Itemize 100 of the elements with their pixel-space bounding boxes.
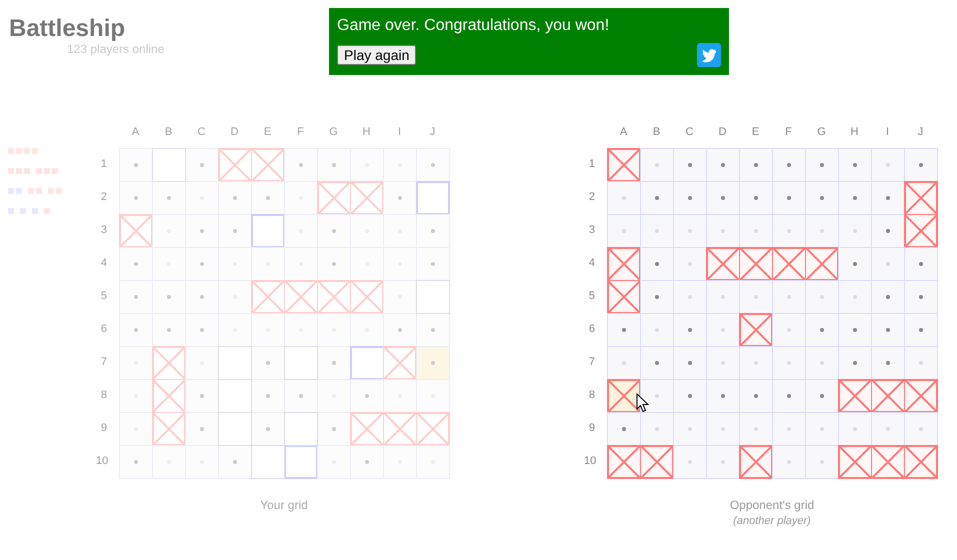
dot-icon	[754, 394, 758, 398]
cursor-icon	[636, 393, 649, 413]
play-again-button[interactable]: Play again	[337, 45, 416, 65]
dot-icon	[919, 163, 923, 167]
row-label: 9	[100, 421, 108, 436]
dot-icon	[655, 361, 659, 365]
dot-icon	[431, 163, 435, 167]
dot-icon	[688, 361, 692, 365]
dot-icon	[266, 196, 270, 200]
dot-icon	[853, 163, 857, 167]
dot-icon	[299, 394, 303, 398]
grid-cell[interactable]	[805, 247, 839, 281]
column-label: J	[916, 125, 924, 140]
row-label: 6	[588, 322, 596, 337]
dot-icon	[167, 328, 171, 332]
column-label: C	[684, 125, 694, 140]
dot-icon	[134, 328, 138, 332]
column-label: D	[230, 125, 240, 140]
column-label: I	[884, 125, 890, 140]
dot-icon	[365, 460, 369, 464]
grid-cell[interactable]	[607, 148, 641, 182]
dot-icon	[853, 196, 857, 200]
dot-icon	[886, 295, 890, 299]
dot-icon	[820, 394, 824, 398]
column-label: G	[328, 125, 339, 140]
grid-cell[interactable]	[739, 313, 773, 347]
dot-icon	[200, 163, 204, 167]
bird-icon[interactable]	[697, 43, 721, 67]
column-label: F	[296, 125, 305, 140]
grid-cell[interactable]	[838, 445, 872, 479]
row-label: 8	[588, 388, 596, 403]
dot-icon	[622, 427, 626, 431]
grid-cell[interactable]	[706, 247, 740, 281]
grid-cell[interactable]	[607, 379, 641, 413]
row-label: 6	[100, 322, 108, 337]
column-label: A	[130, 125, 140, 140]
row-label: 7	[588, 355, 596, 370]
grid-cell[interactable]	[739, 445, 773, 479]
column-label: D	[718, 125, 728, 140]
column-label: J	[428, 125, 436, 140]
row-label: 5	[588, 289, 596, 304]
grid-cell[interactable]	[607, 247, 641, 281]
column-label: H	[362, 125, 372, 140]
dot-icon	[233, 460, 237, 464]
dot-icon	[332, 262, 336, 266]
grid-cell[interactable]	[904, 214, 938, 248]
dot-icon	[919, 262, 923, 266]
row-label: 10	[584, 454, 598, 469]
grid-cell[interactable]	[607, 280, 641, 314]
column-label: A	[618, 125, 628, 140]
dot-icon	[332, 427, 336, 431]
row-label: 3	[100, 223, 108, 238]
dot-icon	[820, 196, 824, 200]
row-label: 8	[100, 388, 108, 403]
grid-cell[interactable]	[607, 445, 641, 479]
banner-message: Game over. Congratulations, you won!	[337, 16, 610, 35]
dot-icon	[134, 163, 138, 167]
dot-icon	[886, 361, 890, 365]
column-label: E	[750, 125, 760, 140]
grid-cell[interactable]	[739, 247, 773, 281]
dot-icon	[820, 328, 824, 332]
grid-cell[interactable]	[640, 445, 674, 479]
dot-icon	[853, 328, 857, 332]
dot-icon	[431, 229, 435, 233]
dot-icon	[853, 262, 857, 266]
row-label: 10	[96, 454, 110, 469]
row-label: 4	[100, 256, 108, 271]
column-label: I	[396, 125, 402, 140]
dot-icon	[365, 394, 369, 398]
dot-icon	[886, 196, 890, 200]
row-label: 7	[100, 355, 108, 370]
dot-icon	[332, 361, 336, 365]
dot-icon	[688, 328, 692, 332]
dot-icon	[787, 394, 791, 398]
dot-icon	[134, 460, 138, 464]
dot-icon	[134, 295, 138, 299]
dot-icon	[655, 196, 659, 200]
dot-icon	[398, 196, 402, 200]
grid-cell[interactable]	[904, 379, 938, 413]
dot-icon	[233, 196, 237, 200]
dot-icon	[721, 163, 725, 167]
column-label: B	[164, 125, 174, 140]
dot-icon	[200, 262, 204, 266]
grid-cell[interactable]	[904, 181, 938, 215]
grid-cell[interactable]	[772, 247, 806, 281]
dot-icon	[622, 328, 626, 332]
grid-cell[interactable]	[871, 379, 905, 413]
dot-icon	[134, 196, 138, 200]
dot-icon	[200, 394, 204, 398]
grid-cell[interactable]	[838, 379, 872, 413]
dot-icon	[754, 196, 758, 200]
grid-cell[interactable]	[904, 445, 938, 479]
dot-icon	[886, 328, 890, 332]
grid-cell[interactable]	[871, 445, 905, 479]
dot-icon	[721, 196, 725, 200]
row-label: 2	[100, 190, 108, 205]
dot-icon	[332, 163, 336, 167]
dot-icon	[431, 361, 435, 365]
column-label: H	[850, 125, 860, 140]
row-label: 1	[588, 157, 596, 172]
